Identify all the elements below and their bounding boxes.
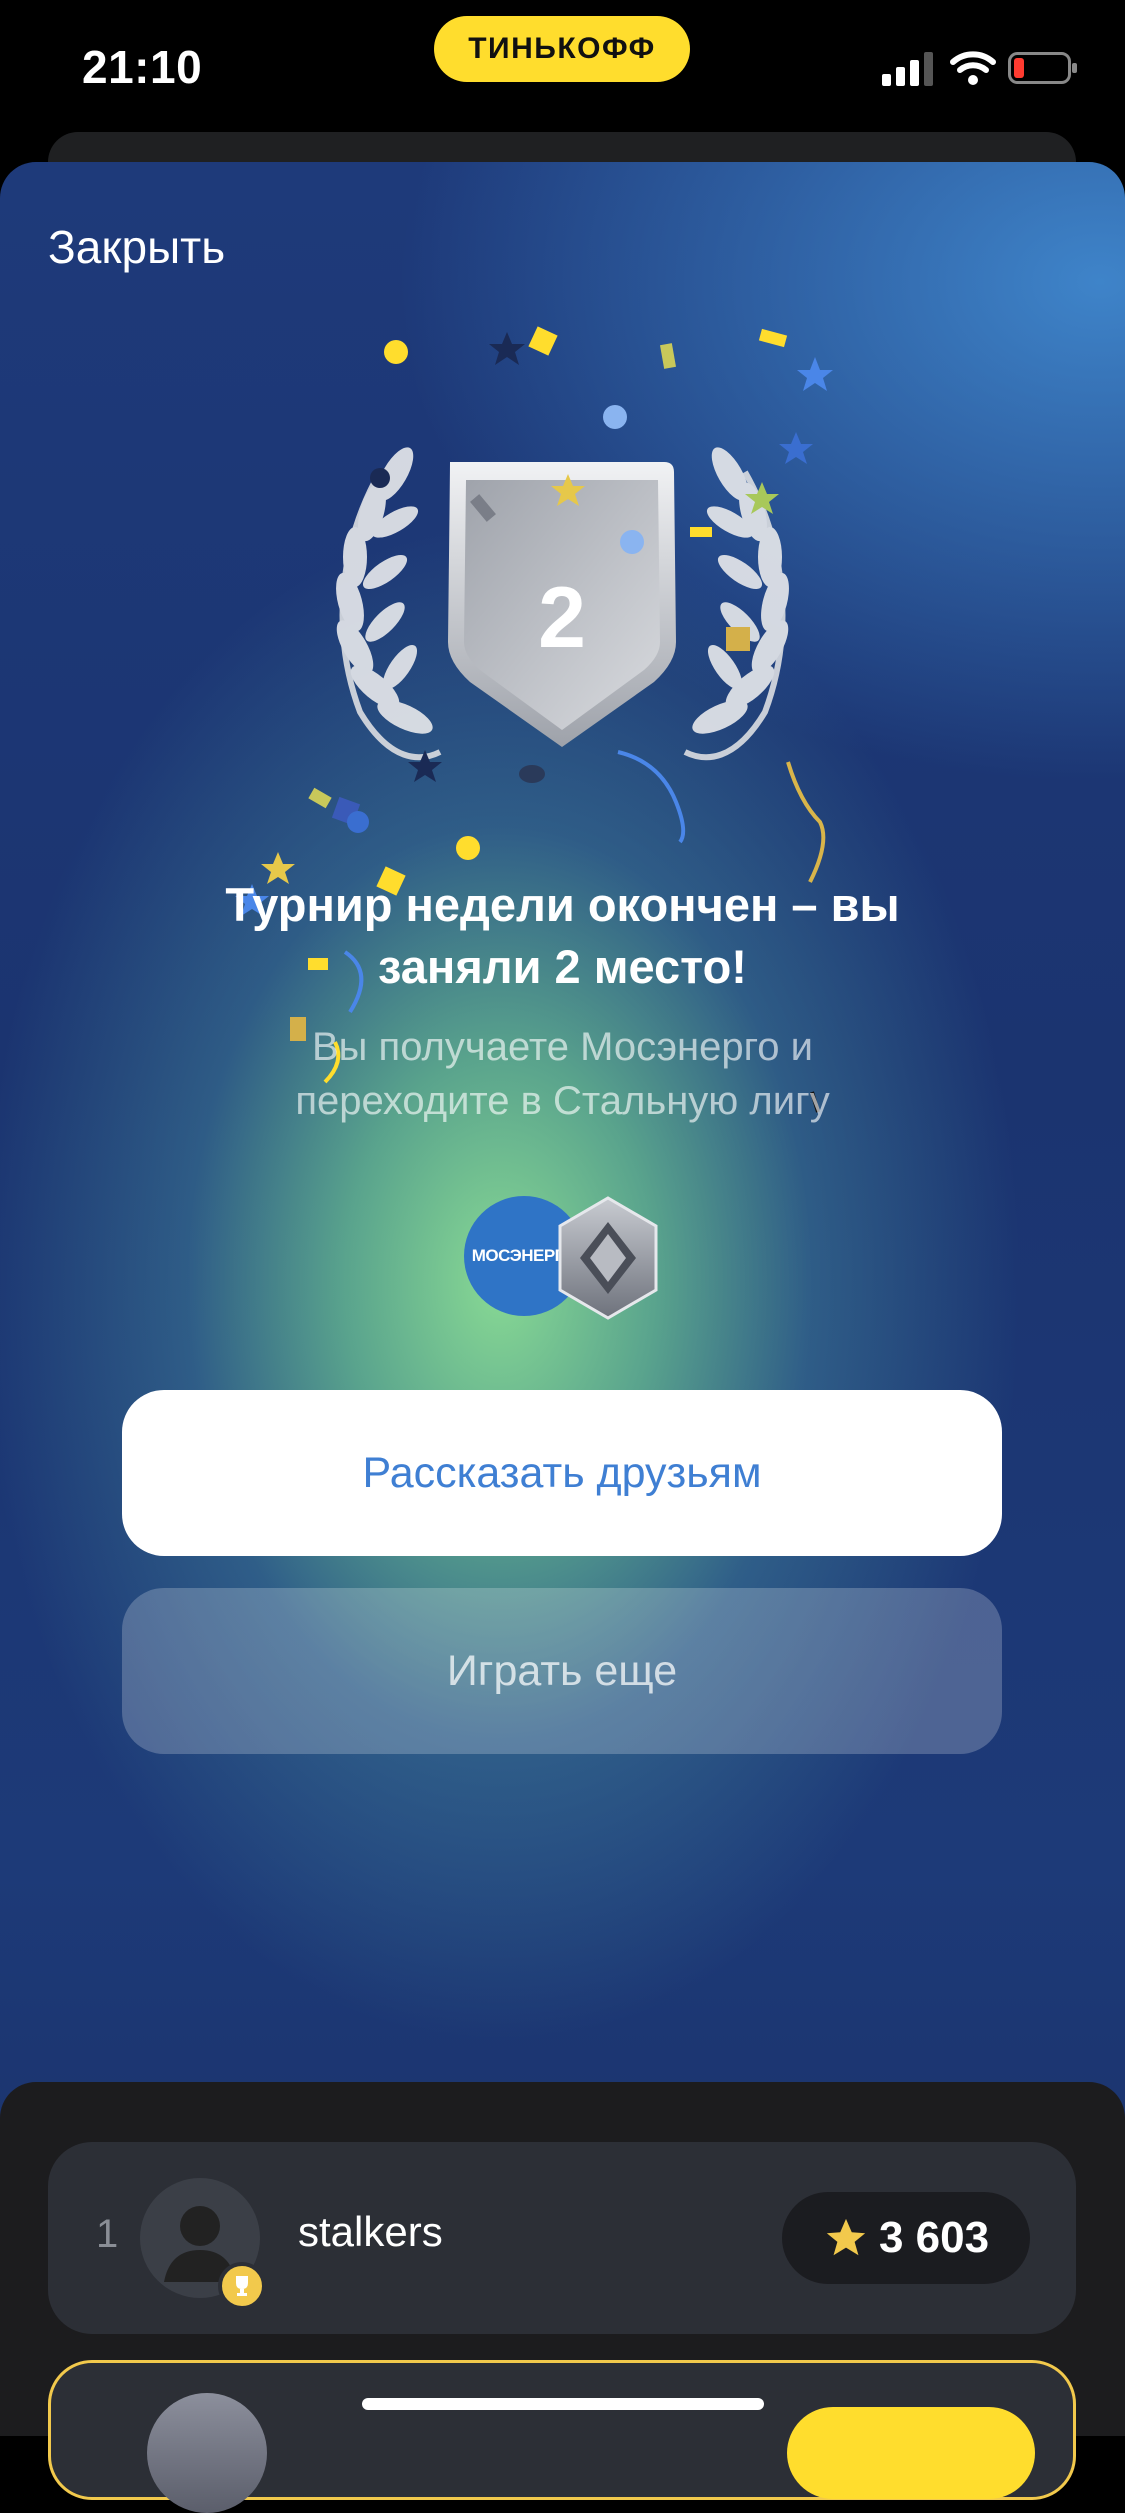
score-badge: 3 603 (782, 2192, 1030, 2284)
laurel-right-icon (683, 447, 789, 761)
leaderboard: 1 stalkers 3 603 (0, 2082, 1125, 2513)
reward-badges: МОСЭНЕРГО (464, 1196, 660, 1320)
avatar (147, 2393, 267, 2513)
leaderboard-row-current-user[interactable] (48, 2360, 1076, 2513)
laurel-left-icon (336, 447, 442, 761)
leaderboard-name: stalkers (298, 2208, 443, 2255)
leaderboard-row[interactable]: 1 stalkers 3 603 (48, 2142, 1076, 2334)
share-with-friends-button[interactable]: Рассказать друзьям (122, 1390, 1002, 1556)
steel-league-badge-icon (558, 1196, 658, 1320)
result-title: Турнир недели окончен – вы заняли 2 мест… (225, 878, 900, 993)
leaderboard-rank: 1 (96, 2212, 119, 2256)
home-indicator (362, 2398, 764, 2410)
celebration-illustration: 2 (235, 326, 833, 1113)
battery-low-icon (1008, 52, 1077, 84)
leaderboard-score: 3 603 (878, 2213, 990, 2262)
status-time: 21:10 (82, 41, 203, 93)
star-icon (826, 2218, 866, 2256)
signal-icon (882, 52, 933, 86)
score-badge (787, 2407, 1035, 2499)
place-number: 2 (538, 570, 586, 666)
result-subtitle: Вы получаете Мосэнерго и переходите в Ст… (295, 1025, 830, 1123)
play-again-button[interactable]: Играть еще (122, 1588, 1002, 1754)
bank-app-pill[interactable]: ТИНЬКОФФ (434, 16, 690, 82)
trophy-icon (218, 2262, 266, 2310)
status-bar: 21:10 ТИНЬКОФФ (0, 0, 1125, 130)
wifi-icon (950, 51, 996, 85)
